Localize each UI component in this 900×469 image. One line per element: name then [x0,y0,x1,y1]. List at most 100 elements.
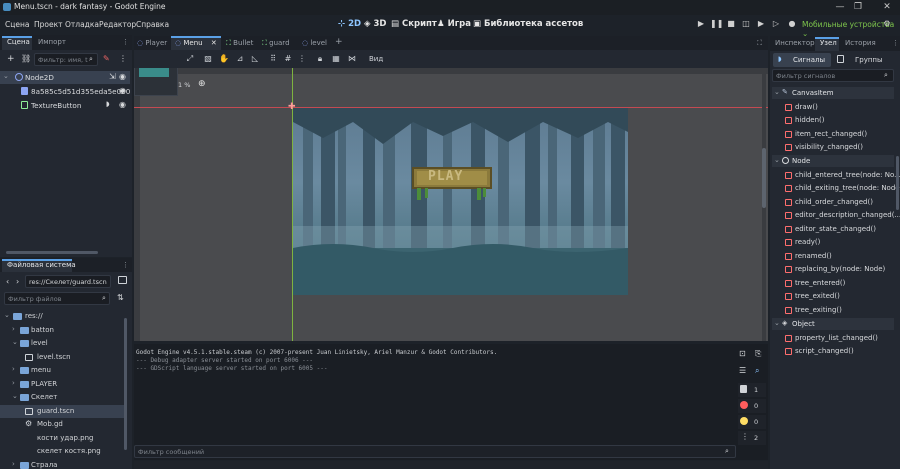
signal-group-object[interactable]: ⌄ ◈ Object [772,318,894,330]
filter-lines-icon[interactable]: ☰ [739,366,746,375]
list-item[interactable]: guard.tscn [0,404,124,418]
signal-item[interactable]: editor_description_changed(... [772,209,900,223]
chevron-down-icon[interactable]: ⌄ [774,88,780,96]
signal-icon[interactable]: ◗ [106,100,110,108]
tab-history[interactable]: История [845,39,876,47]
lock-icon[interactable]: ⇲ [109,72,116,81]
tab-node[interactable]: Узел [820,39,837,47]
grid-icon[interactable]: # [282,53,294,65]
add-node-icon[interactable]: + [7,54,15,64]
signal-item[interactable]: hidden() [772,114,896,128]
remote-debug-icon[interactable]: ◫ [740,18,752,30]
bone-icon[interactable]: ⋈ [346,53,358,65]
play-scene-icon[interactable]: ▶ [755,18,767,30]
ruler-alt-icon[interactable]: ◺ [249,53,261,65]
chevron-down-icon[interactable]: ⌄ [12,338,18,346]
minimize-icon[interactable]: — [834,1,846,13]
signal-item[interactable]: property_list_changed() [772,332,896,346]
list-item[interactable]: ⌄ res:// [0,310,124,324]
scene-filter-input[interactable]: Фильтр: имя, t ⌕ [34,53,98,66]
tab-import[interactable]: Импорт [38,38,66,46]
editor-count-toggle[interactable]: ⋮ 2 [738,431,766,445]
path-field[interactable]: res://Скелет/guard.tscn [25,275,111,288]
tree-row[interactable]: ⌄ Node2D ⇲ ◉ [0,71,130,84]
signal-group-canvasitem[interactable]: ⌄ ✎ CanvasItem [772,87,894,99]
chevron-down-icon[interactable]: ⌄ [774,156,780,164]
list-item[interactable]: ⌄ Скелет [0,391,124,405]
pause-icon[interactable]: ❚❚ [710,18,723,30]
tree-row[interactable]: 8a585c5d51d355eda5e000 ◉ [0,85,130,98]
signal-item[interactable]: replacing_by(node: Node) [772,263,896,277]
ruler-icon[interactable]: ⊿ [234,53,246,65]
canvas-viewport[interactable]: 1 % ⊕ ✚ PLAY [134,68,768,341]
zoom-in-icon[interactable]: ⊕ [198,79,206,89]
chevron-down-icon[interactable]: ⌄ [4,311,10,319]
viewport-scroll-thumb[interactable] [762,148,766,208]
snap-icon[interactable]: ⠿ [267,53,279,65]
list-item[interactable]: ⚙ Mob.gd [0,418,124,432]
signal-group-node[interactable]: ⌄ Node [772,155,894,167]
signals-button[interactable]: ◗ Сигналы [773,53,831,67]
eye-icon[interactable]: ◉ [119,86,126,95]
move-mode-icon[interactable]: ⤢ [184,53,196,65]
close-icon[interactable]: ✕ [881,1,893,13]
message-filter-input[interactable]: Фильтр сообщений ⌕ [134,445,736,458]
settings-icon[interactable]: ⚙ [881,18,893,30]
close-icon[interactable]: ✕ [211,39,217,47]
list-item[interactable]: › menu [0,364,124,378]
signal-item[interactable]: item_rect_changed() [772,128,896,142]
list-item[interactable]: › batton [0,324,124,338]
vertical-scrollbar[interactable] [896,156,899,210]
tab-menu[interactable]: ◌ Menu ✕ [175,39,217,47]
workspace-game[interactable]: ♟ Игра [437,19,471,29]
dock-menu-icon[interactable]: ⋮ [122,38,129,46]
play-icon[interactable]: ▶ [695,18,707,30]
link-icon[interactable]: ⛓ [21,54,31,63]
play-button-label[interactable]: PLAY [428,169,463,184]
signal-item[interactable]: editor_state_changed() [772,223,896,237]
view-menu[interactable]: Вид [369,55,383,63]
scale-mode-icon[interactable]: ▧ [202,53,214,65]
tab-guard[interactable]: ⛶ guard [262,39,290,48]
workspace-script[interactable]: ▤ Скрипт [391,19,437,29]
horizontal-scrollbar[interactable] [6,251,98,254]
signal-item[interactable]: tree_exiting() [772,304,896,318]
sort-icon[interactable]: ⇅ [117,293,124,302]
signal-item[interactable]: ready() [772,236,896,250]
tab-level[interactable]: ◌ level [302,39,327,47]
signal-item[interactable]: child_order_changed() [772,196,896,210]
log-count-toggle[interactable]: 1 [738,383,766,397]
chevron-right-icon[interactable]: › [12,379,15,387]
signal-item[interactable]: tree_exited() [772,290,896,304]
tab-inspector[interactable]: Инспектор [775,39,815,47]
list-item[interactable]: скелет костя.png [0,445,124,459]
signal-item[interactable]: child_entered_tree(node: No... [772,169,900,183]
add-tab-icon[interactable]: + [335,37,343,47]
file-filter-input[interactable]: Фильтр файлов ⌕ [4,292,110,305]
menu-project[interactable]: Проект [34,20,63,29]
signal-item[interactable]: script_changed() [772,345,896,359]
groups-button[interactable]: Группы [833,53,893,67]
chevron-right-icon[interactable]: › [12,365,15,373]
signal-item[interactable]: child_exiting_tree(node: Node) [772,182,900,196]
menu-debug[interactable]: Отладка [65,20,99,29]
more-icon[interactable]: ⋮ [296,53,308,65]
warning-count-toggle[interactable]: 0 [738,415,766,429]
group-icon[interactable]: ▦ [330,53,342,65]
signal-item[interactable]: visibility_changed() [772,141,896,155]
eye-icon[interactable]: ◉ [119,72,126,81]
zoom-label[interactable]: 1 % [178,81,190,89]
error-count-toggle[interactable]: 0 [738,399,766,413]
workspace-2d[interactable]: ⊹ 2D [338,19,361,29]
fullscreen-icon[interactable]: ⛶ [757,39,762,48]
lock-icon[interactable]: 🔒︎ [314,53,326,65]
copy-icon[interactable]: ⎘ [755,349,761,359]
list-item[interactable]: › Страла [0,459,124,469]
list-item[interactable]: › PLAYER [0,378,124,392]
signal-item[interactable]: tree_entered() [772,277,896,291]
tab-filesystem[interactable]: Файловая система [7,261,76,269]
clear-output-icon[interactable]: ⊡ [739,349,746,358]
workspace-3d[interactable]: ◈ 3D [364,19,387,29]
eye-icon[interactable]: ◉ [119,100,126,109]
pan-icon[interactable]: ✋ [218,53,230,65]
